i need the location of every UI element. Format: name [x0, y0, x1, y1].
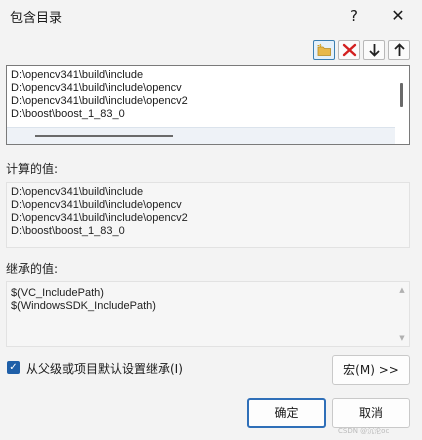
path-list: $(VC_IncludePath) $(WindowsSDK_IncludePa…: [11, 287, 156, 313]
list-item: $(WindowsSDK_IncludePath): [11, 300, 156, 312]
move-down-button[interactable]: [363, 40, 385, 60]
help-button[interactable]: ?: [342, 4, 366, 28]
computed-values-box: D:\opencv341\build\include D:\opencv341\…: [6, 182, 410, 248]
cancel-button[interactable]: 取消: [332, 398, 410, 428]
list-item: D:\opencv341\build\include: [11, 186, 144, 198]
include-directories-list[interactable]: D:\opencv341\build\include D:\opencv341\…: [6, 65, 410, 145]
dialog-title: 包含目录: [10, 11, 63, 26]
watermark: CSDN @沉沦oc: [338, 427, 390, 435]
move-up-button[interactable]: [388, 40, 410, 60]
macros-button[interactable]: 宏(M) >>: [332, 355, 410, 385]
scroll-up-arrow-icon[interactable]: ▲: [398, 286, 406, 294]
arrow-down-icon: [369, 44, 380, 57]
inherit-checkbox-label[interactable]: 从父级或项目默认设置继承(I): [26, 360, 183, 377]
inherit-checkbox[interactable]: ✓: [7, 361, 20, 374]
list-item[interactable]: D:\opencv341\build\include: [11, 69, 188, 82]
list-item: $(VC_IncludePath): [11, 287, 104, 299]
delete-x-icon: [342, 43, 357, 57]
horizontal-scrollbar[interactable]: [35, 135, 173, 137]
arrow-up-icon: [394, 43, 405, 56]
new-line-button[interactable]: [313, 40, 335, 60]
list-item[interactable]: D:\opencv341\build\include\opencv: [11, 82, 188, 95]
path-list: D:\opencv341\build\include D:\opencv341\…: [11, 69, 188, 121]
folder-new-icon: [317, 43, 331, 56]
scroll-down-arrow-icon[interactable]: ▼: [398, 334, 406, 342]
list-item: D:\boost\boost_1_83_0: [11, 225, 125, 237]
inherited-values-label: 继承的值:: [6, 262, 59, 276]
path-list: D:\opencv341\build\include D:\opencv341\…: [11, 186, 188, 238]
list-item[interactable]: D:\opencv341\build\include\opencv2: [11, 95, 188, 108]
list-item: D:\opencv341\build\include\opencv: [11, 199, 182, 211]
vertical-scrollbar[interactable]: [400, 83, 403, 107]
close-button[interactable]: ✕: [386, 4, 410, 28]
delete-button[interactable]: [338, 40, 360, 60]
list-item[interactable]: D:\boost\boost_1_83_0: [11, 108, 188, 121]
list-item: D:\opencv341\build\include\opencv2: [11, 212, 188, 224]
ok-button[interactable]: 确定: [247, 398, 326, 428]
title-bar: 包含目录 ? ✕: [0, 0, 422, 32]
computed-values-label: 计算的值:: [6, 162, 59, 176]
inherited-values-box: $(VC_IncludePath) $(WindowsSDK_IncludePa…: [6, 281, 410, 347]
